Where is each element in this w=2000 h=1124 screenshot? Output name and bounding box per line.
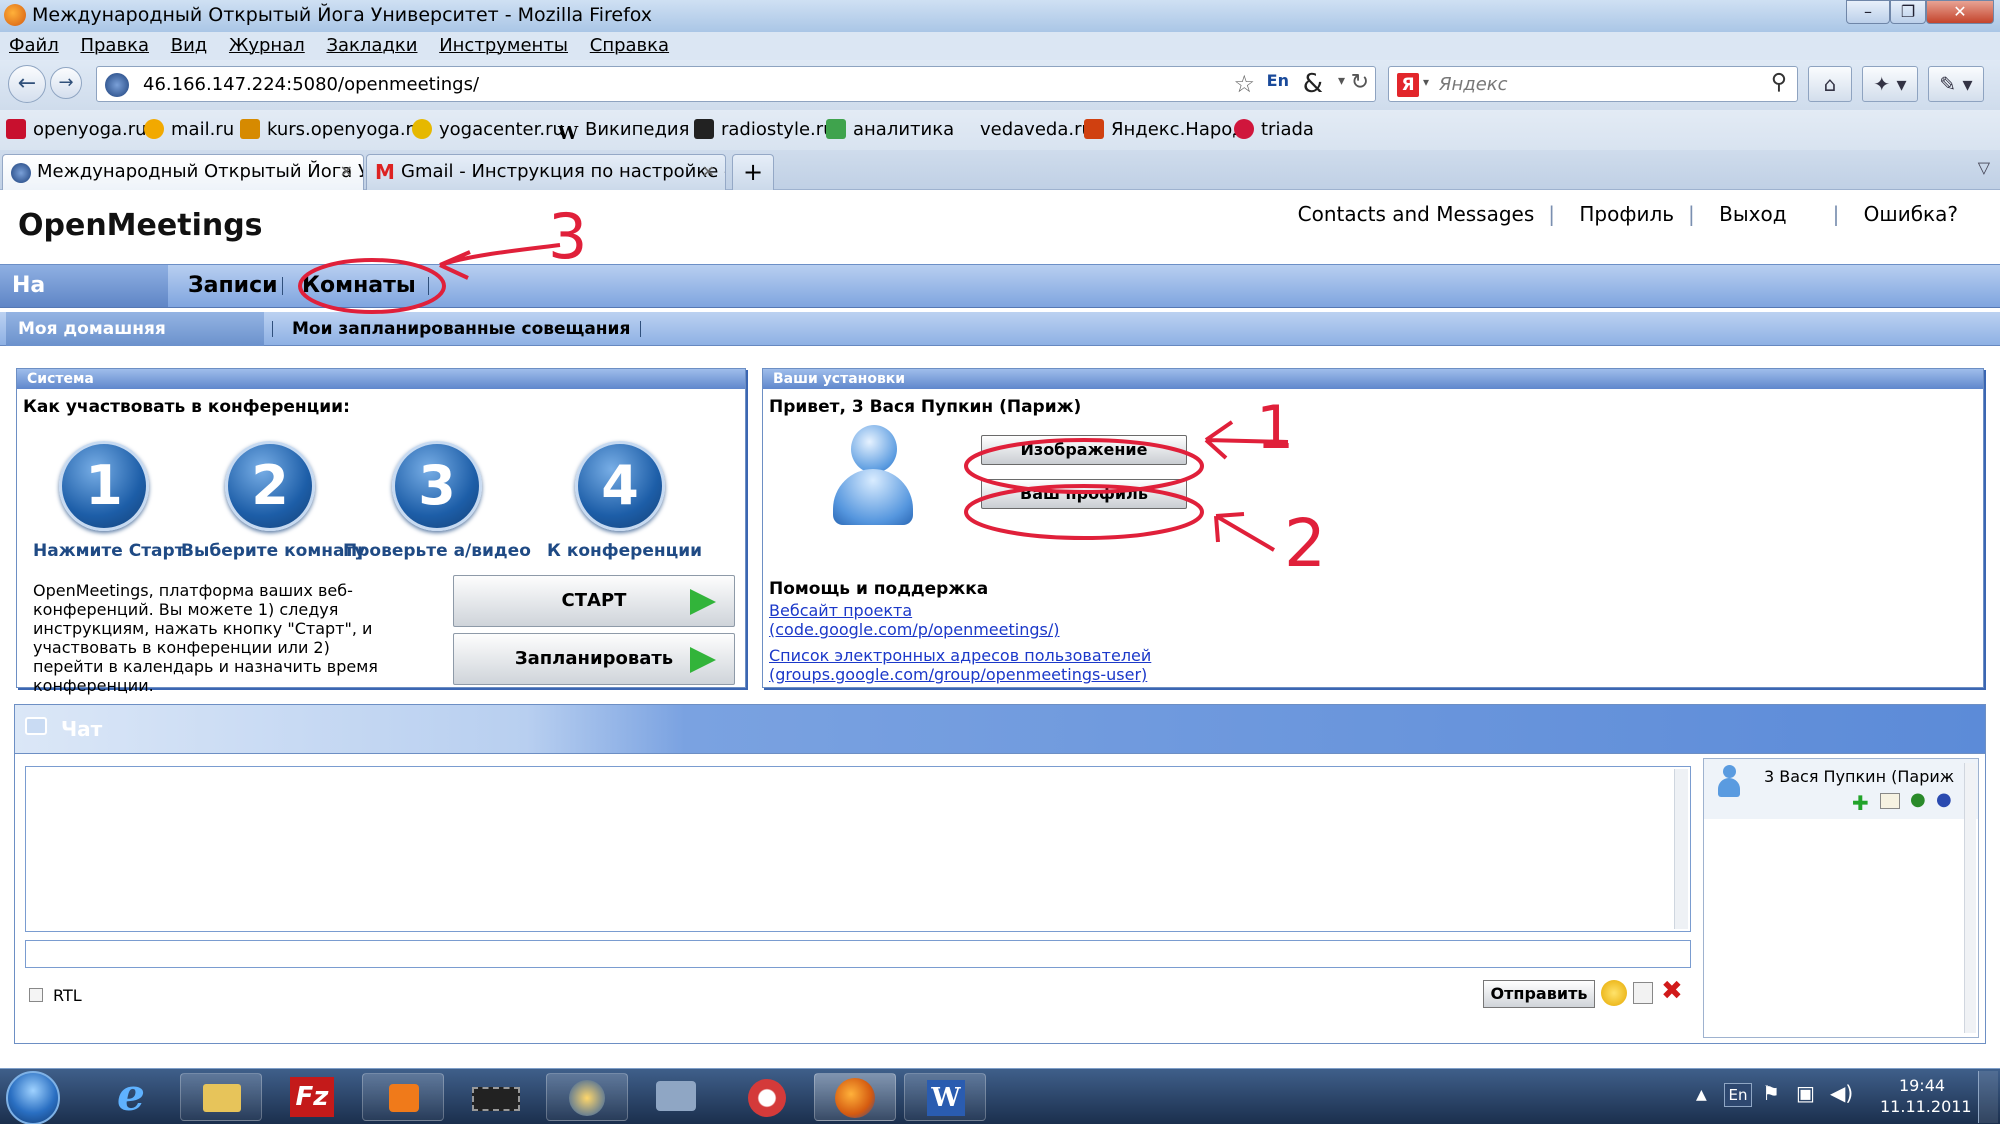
explorer-icon[interactable] [180,1073,262,1121]
tools-icon[interactable]: ✎ ▾ [1928,66,1984,102]
openyoga-icon [6,119,26,139]
clock[interactable]: 19:44 11.11.2011 [1880,1075,1972,1117]
minimize-button[interactable]: – [1846,0,1890,24]
bookmark-mailru[interactable]: mail.ru [144,119,234,140]
window-title: Международный Открытый Йога Университет … [32,4,653,26]
window-title-bar: Международный Открытый Йога Университет … [0,0,2000,32]
clock-date: 11.11.2011 [1880,1097,1972,1116]
reload-icon[interactable]: ↻ [1351,70,1369,95]
network-icon[interactable]: ▣ [1796,1081,1815,1105]
bookmark-analytics[interactable]: аналитика [826,119,954,140]
annotation-circle-rooms [298,258,446,314]
start-button[interactable] [6,1071,60,1124]
bookmark-openyoga[interactable]: openyoga.ru [6,119,147,140]
tab-favicon [11,163,31,183]
word-icon[interactable]: W [904,1073,986,1121]
tab-gmail[interactable]: M Gmail - Инструкция по настройке - ... … [366,154,726,190]
annotation-label-2: 2 [1284,505,1326,582]
bookmark-yandex-narod[interactable]: Яндекс.Народ [1084,119,1245,140]
menu-help[interactable]: Справка [590,32,669,60]
bookmarks-toolbar: openyoga.ru mail.ru kurs.openyoga.ru yog… [0,110,2000,150]
analytics-icon [826,119,846,139]
media-player-icon[interactable] [362,1073,444,1121]
media-center-icon[interactable] [546,1073,628,1121]
url-text: 46.166.147.224:5080/openmeetings/ [143,74,480,95]
yogacenter-icon [412,119,432,139]
internet-explorer-icon[interactable]: e [90,1073,172,1121]
menu-file[interactable]: Файл [9,32,59,60]
mailru-icon [144,119,164,139]
maximize-button[interactable]: ❐ [1890,0,1926,24]
home-icon[interactable]: ⌂ [1808,66,1852,102]
menu-history[interactable]: Журнал [229,32,305,60]
filezilla-icon[interactable]: Fz [272,1073,354,1121]
forward-icon[interactable]: → [50,67,82,99]
language-indicator[interactable]: En [1724,1083,1752,1107]
wikipedia-icon: W [558,123,579,144]
menu-tools[interactable]: Инструменты [439,32,568,60]
bookmark-radiostyle[interactable]: radiostyle.ru [694,119,835,140]
bookmark-vedaveda[interactable]: vedaveda.ru [980,119,1093,140]
tab-bar: Международный Открытый Йога У... ✕ M Gma… [0,150,2000,190]
url-bar[interactable]: 46.166.147.224:5080/openmeetings/ ☆ En &… [96,66,1376,102]
bookmark-kurs-openyoga[interactable]: kurs.openyoga.ru [240,119,424,140]
navigation-toolbar: ← → 46.166.147.224:5080/openmeetings/ ☆ … [0,60,2000,110]
triada-icon [1234,119,1254,139]
language-icon[interactable]: En [1267,71,1289,90]
url-dropdown-icon[interactable]: ▾ [1338,73,1345,89]
search-engine-dropdown-icon[interactable]: ▾ [1423,75,1429,89]
radiostyle-icon [694,119,714,139]
addon-icon[interactable]: ✦ ▾ [1862,66,1918,102]
back-icon[interactable]: ← [8,65,46,103]
search-box[interactable]: Я ▾ Яндекс ⚲ [1388,66,1798,102]
bookmark-star-icon[interactable]: ☆ [1233,70,1255,98]
site-favicon [105,73,129,97]
close-tab-icon[interactable]: ✕ [702,155,715,189]
show-desktop-button[interactable] [1978,1071,1998,1123]
annotation-arrow-3 [439,243,561,280]
menu-edit[interactable]: Правка [80,32,149,60]
search-icon[interactable]: ⚲ [1771,70,1787,95]
menu-bookmarks[interactable]: Закладки [326,32,417,60]
yandex-narod-icon [1084,119,1104,139]
clock-time: 19:44 [1898,1076,1946,1095]
openmeetings-app: OpenMeetings Contacts and Messages | Проф… [0,190,2000,1068]
annotation-label-3: 3 [548,200,587,273]
yandex-icon: Я [1397,73,1419,97]
bookmark-yogacenter[interactable]: yogacenter.ru [412,119,564,140]
tab-list-icon[interactable]: ▽ [1978,158,1990,177]
annotation-overlay: 3 1 2 [298,200,1326,582]
network-tool-icon[interactable] [636,1073,718,1121]
video-editor-icon[interactable] [456,1073,538,1121]
gmail-icon: M [375,160,395,184]
close-tab-icon[interactable]: ✕ [340,155,353,189]
opera-icon[interactable] [726,1073,808,1121]
windows-taskbar: e Fz W ▲ En ⚑ ▣ ◀) 19:44 11.11.2011 [0,1068,2000,1124]
volume-icon[interactable]: ◀) [1830,1081,1853,1105]
action-center-icon[interactable]: ⚑ [1762,1081,1780,1105]
tab-openyoga[interactable]: Международный Открытый Йога У... ✕ [2,154,364,190]
search-placeholder: Яндекс [1439,74,1508,95]
annotation-arrow-2 [1214,512,1276,552]
ampersand-icon[interactable]: & [1303,69,1323,99]
bookmark-triada[interactable]: triada [1234,119,1314,140]
new-tab-button[interactable]: + [732,154,774,190]
firefox-taskbar-icon[interactable] [814,1073,896,1121]
firefox-icon [4,4,26,26]
show-hidden-icons[interactable]: ▲ [1696,1087,1707,1103]
bookmark-wikipedia[interactable]: W Википедия [558,119,689,144]
menu-view[interactable]: Вид [171,32,208,60]
close-button[interactable]: ✕ [1926,0,1994,24]
kurs-icon [240,119,260,139]
annotation-label-1: 1 [1256,393,1294,463]
menu-bar: Файл Правка Вид Журнал Закладки Инструме… [0,32,2000,60]
